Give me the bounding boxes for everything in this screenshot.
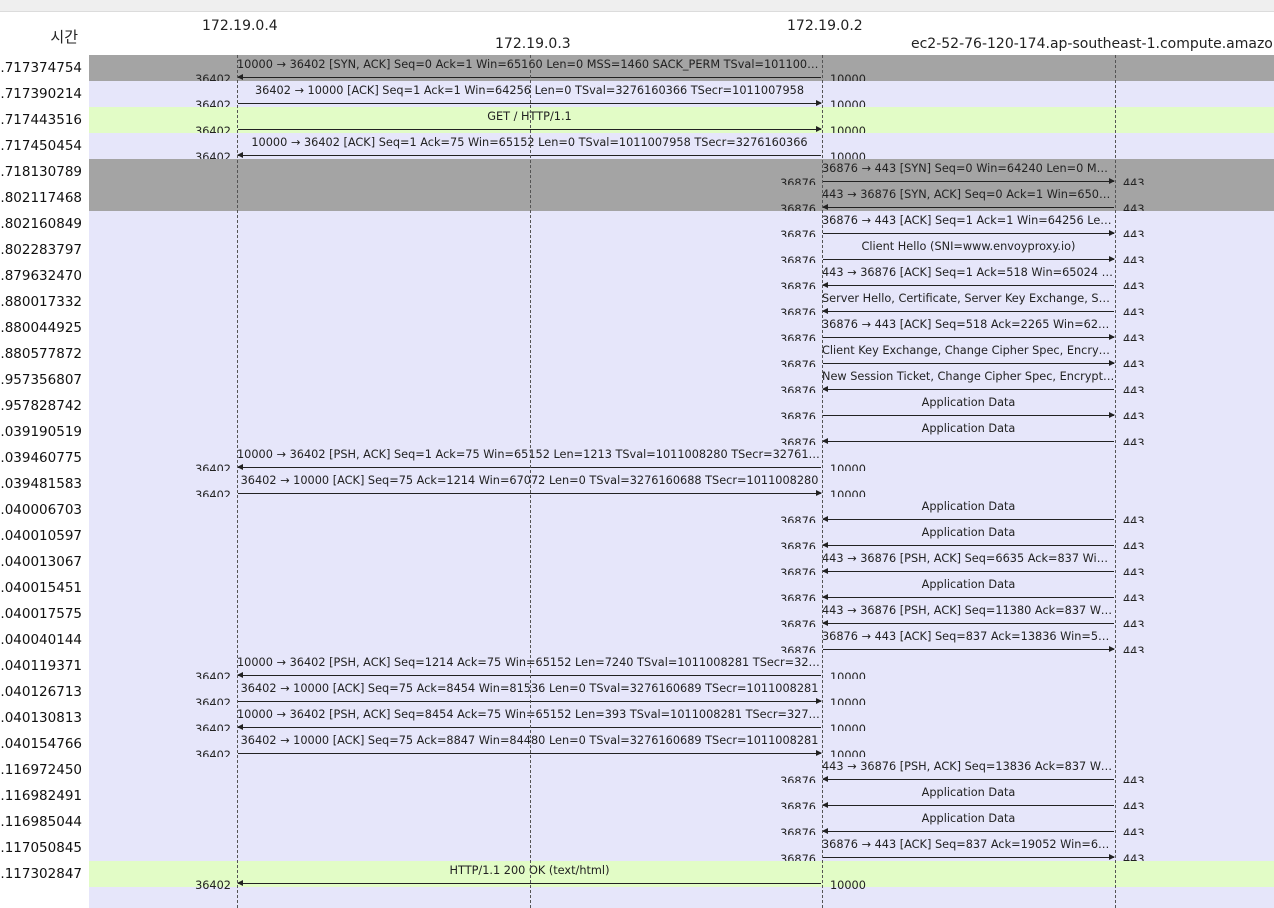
host-lifeline-172-19-0-2 <box>822 55 823 908</box>
message-arrow <box>822 386 1114 392</box>
row-timestamp: 5.116982491 <box>0 788 82 804</box>
host-header-172-19-0-3[interactable]: 172.19.0.3 <box>495 36 571 52</box>
message-label[interactable]: Application Data <box>822 422 1115 435</box>
top-strip <box>0 0 1274 12</box>
message-arrow <box>822 828 1114 834</box>
message-label[interactable]: 36876 → 443 [ACK] Seq=1 Ack=1 Win=64256 … <box>822 214 1115 227</box>
message-arrow <box>822 802 1114 808</box>
row-timestamp: 5.040154766 <box>0 736 82 752</box>
row-timestamp: 4.802160849 <box>0 216 82 232</box>
message-arrow <box>823 412 1115 418</box>
row-timestamp: 5.039190519 <box>0 424 82 440</box>
row-timestamp: 4.802117468 <box>0 190 82 206</box>
message-arrow <box>822 204 1114 210</box>
row-timestamp: 4.717390214 <box>0 86 82 102</box>
row-timestamp: 5.040040144 <box>0 632 82 648</box>
row-timestamp: 5.039481583 <box>0 476 82 492</box>
row-timestamp: 5.040126713 <box>0 684 82 700</box>
message-label[interactable]: 443 → 36876 [SYN, ACK] Seq=0 Ack=1 Win=6… <box>822 188 1115 201</box>
message-label[interactable]: 36876 → 443 [ACK] Seq=837 Ack=13836 Win=… <box>822 630 1115 643</box>
time-column-header[interactable]: 시간 <box>0 26 78 47</box>
source-port-label: 36402 <box>195 879 231 892</box>
row-timestamp: 5.116972450 <box>0 762 82 778</box>
message-label[interactable]: Client Key Exchange, Change Cipher Spec,… <box>822 344 1115 357</box>
message-arrow <box>823 646 1115 652</box>
message-label[interactable]: 443 → 36876 [PSH, ACK] Seq=13836 Ack=837… <box>822 760 1115 773</box>
host-header-ec2[interactable]: ec2-52-76-120-174.ap-southeast-1.compute… <box>911 36 1274 52</box>
message-arrow <box>822 308 1114 314</box>
host-lifeline-172-19-0-3 <box>530 55 531 908</box>
message-arrow <box>823 360 1115 366</box>
host-lifeline-172-19-0-4 <box>237 55 238 908</box>
row-timestamp: 4.957828742 <box>0 398 82 414</box>
message-arrow <box>822 282 1114 288</box>
message-arrow <box>822 594 1114 600</box>
row-timestamp: 4.717443516 <box>0 112 82 128</box>
message-label[interactable]: Application Data <box>822 578 1115 591</box>
row-timestamp: 4.880577872 <box>0 346 82 362</box>
message-label[interactable]: Application Data <box>822 526 1115 539</box>
message-label[interactable]: Application Data <box>822 812 1115 825</box>
message-label[interactable]: Application Data <box>822 500 1115 513</box>
message-label[interactable]: Application Data <box>822 396 1115 409</box>
message-arrow <box>822 542 1114 548</box>
message-arrow <box>823 178 1115 184</box>
message-arrow <box>822 438 1114 444</box>
message-arrow <box>823 334 1115 340</box>
row-timestamp: 5.040119371 <box>0 658 82 674</box>
message-arrow <box>822 776 1114 782</box>
message-label[interactable]: 36876 → 443 [ACK] Seq=837 Ack=19052 Win=… <box>822 838 1115 851</box>
row-timestamp: 4.957356807 <box>0 372 82 388</box>
message-label[interactable]: 36876 → 443 [SYN] Seq=0 Win=64240 Len=0 … <box>822 162 1115 175</box>
row-timestamp: 5.040015451 <box>0 580 82 596</box>
row-timestamp: 5.040017575 <box>0 606 82 622</box>
host-lifeline-ec2 <box>1115 55 1116 908</box>
message-arrow <box>822 516 1114 522</box>
message-arrow <box>822 620 1114 626</box>
row-timestamp: 5.040130813 <box>0 710 82 726</box>
message-arrow <box>822 568 1114 574</box>
message-label[interactable]: New Session Ticket, Change Cipher Spec, … <box>822 370 1115 383</box>
message-arrow <box>823 230 1115 236</box>
row-timestamp: 4.717374754 <box>0 60 82 76</box>
row-timestamp: 4.718130789 <box>0 164 82 180</box>
row-timestamp: 5.117302847 <box>0 866 82 882</box>
row-timestamp: 4.802283797 <box>0 242 82 258</box>
message-label[interactable]: Server Hello, Certificate, Server Key Ex… <box>822 292 1115 305</box>
message-label[interactable]: Client Hello (SNI=www.envoyproxy.io) <box>822 240 1115 253</box>
row-timestamp: 5.116985044 <box>0 814 82 830</box>
row-timestamp: 5.117050845 <box>0 840 82 856</box>
row-timestamp: 4.879632470 <box>0 268 82 284</box>
message-label[interactable]: 443 → 36876 [ACK] Seq=1 Ack=518 Win=6502… <box>822 266 1115 279</box>
destination-port-label: 10000 <box>830 879 866 892</box>
message-arrow <box>823 854 1115 860</box>
row-timestamp: 4.880017332 <box>0 294 82 310</box>
row-timestamp: 4.717450454 <box>0 138 82 154</box>
row-timestamp: 5.039460775 <box>0 450 82 466</box>
host-header-172-19-0-2[interactable]: 172.19.0.2 <box>787 18 863 34</box>
message-label[interactable]: Application Data <box>822 786 1115 799</box>
message-label[interactable]: 443 → 36876 [PSH, ACK] Seq=6635 Ack=837 … <box>822 552 1115 565</box>
message-arrow <box>823 256 1115 262</box>
message-label[interactable]: 36876 → 443 [ACK] Seq=518 Ack=2265 Win=6… <box>822 318 1115 331</box>
row-timestamp: 5.040013067 <box>0 554 82 570</box>
row-timestamp: 4.880044925 <box>0 320 82 336</box>
row-timestamp: 5.040010597 <box>0 528 82 544</box>
row-timestamp: 5.040006703 <box>0 502 82 518</box>
host-header-172-19-0-4[interactable]: 172.19.0.4 <box>202 18 278 34</box>
message-label[interactable]: 443 → 36876 [PSH, ACK] Seq=11380 Ack=837… <box>822 604 1115 617</box>
